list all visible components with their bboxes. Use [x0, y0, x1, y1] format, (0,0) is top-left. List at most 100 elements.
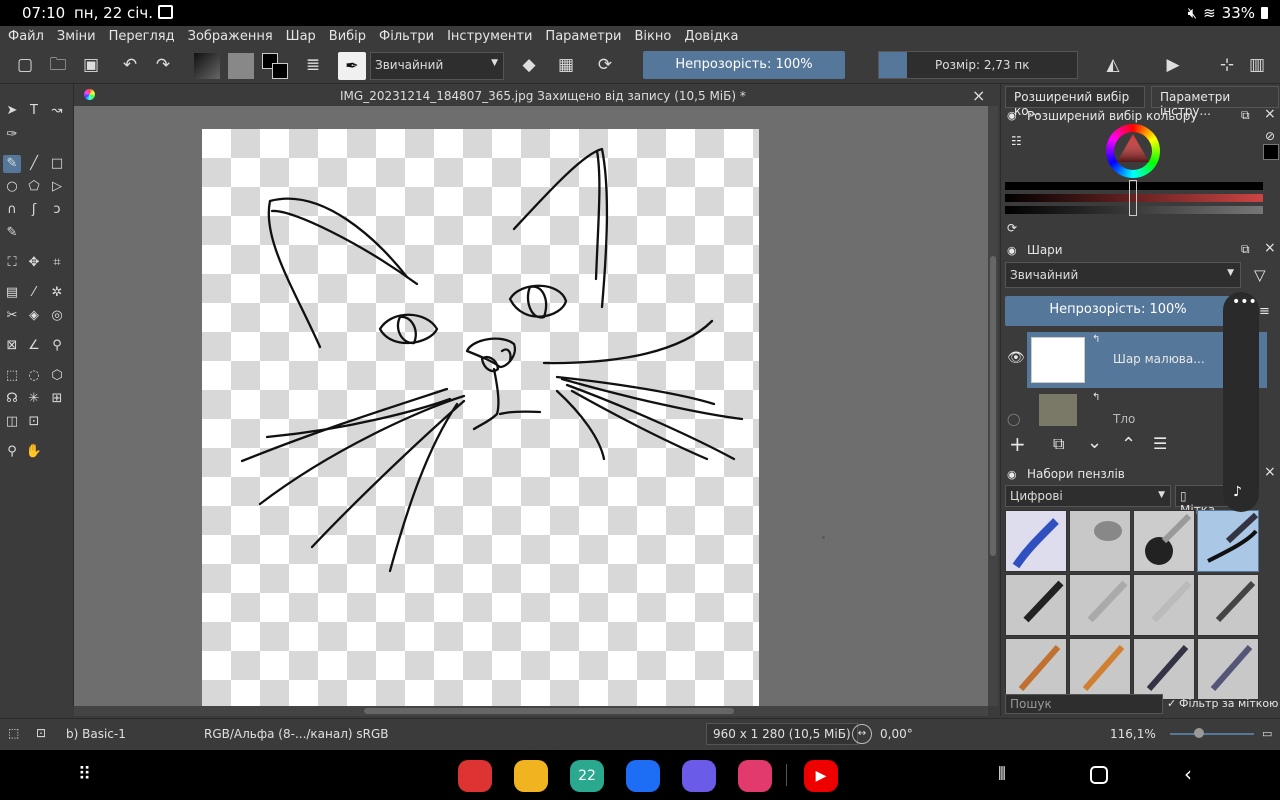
freehand-brush-icon[interactable]: ✎ [3, 155, 21, 173]
layer-properties-icon[interactable]: ☰ [1153, 434, 1167, 453]
select-shapes-icon[interactable]: ➤ [3, 102, 21, 120]
close-panel-icon[interactable]: × [1264, 106, 1276, 122]
brush-preset-tile[interactable] [1005, 510, 1067, 572]
color-picker-icon[interactable]: ⁄ [25, 284, 43, 302]
refresh-color-icon[interactable]: ⟳ [1007, 221, 1017, 235]
eraser-icon[interactable]: ◆ [518, 54, 540, 76]
layers-close-icon[interactable]: × [1264, 240, 1276, 256]
menu-edit[interactable]: Зміни [57, 29, 96, 44]
canvas-only-icon[interactable]: ▭ [1262, 727, 1272, 740]
brush-preset-tile-selected[interactable] [1197, 510, 1259, 572]
tab-advanced-color[interactable]: Розширений вибір ко... [1005, 86, 1145, 118]
polygon-tool-icon[interactable]: ⬠ [25, 178, 43, 196]
menu-help[interactable]: Довідка [684, 29, 738, 44]
opacity-slider[interactable]: Непрозорість: 100% [643, 51, 845, 79]
wrap-around-icon[interactable]: ⊹ [1216, 54, 1238, 76]
fill-tool-icon[interactable]: ◈ [25, 307, 43, 325]
brush-preset-tile[interactable] [1069, 574, 1131, 636]
selection-mode-icon[interactable]: ⬚ [8, 726, 19, 740]
reload-preset-icon[interactable]: ⟳ [594, 54, 616, 76]
canvas-page[interactable] [202, 129, 759, 709]
redo-icon[interactable]: ↷ [152, 54, 174, 76]
size-slider[interactable]: Розмір: 2,73 пк [878, 51, 1078, 79]
menu-window[interactable]: Вікно [634, 29, 671, 44]
no-color-icon[interactable]: ⊘ [1265, 129, 1275, 143]
tab-tool-options[interactable]: Параметри інстру... [1151, 86, 1279, 118]
zoom-slider[interactable] [1170, 733, 1254, 735]
layer-visibility-icon[interactable]: 👁︎ [1007, 350, 1025, 366]
panel-lock-icon[interactable]: ◉ [1007, 109, 1017, 122]
background-color-swatch[interactable] [272, 63, 288, 79]
layers-lock-icon[interactable]: ◉ [1007, 244, 1017, 257]
alpha-lock-icon[interactable]: ▦ [555, 54, 577, 76]
layer-opacity-slider[interactable]: Непрозорість: 100% [1005, 296, 1231, 326]
youtube-app-icon[interactable]: ▶ [804, 760, 838, 792]
zoom-slider-handle[interactable] [1194, 728, 1204, 738]
horizontal-scroll-thumb[interactable] [364, 708, 734, 714]
new-document-icon[interactable]: ▢ [14, 54, 36, 76]
menu-filters[interactable]: Фільтри [379, 29, 434, 44]
menu-tools[interactable]: Інструменти [447, 29, 532, 44]
preset-tag-select[interactable]: Цифрові ▼ [1005, 485, 1171, 507]
enclose-fill-icon[interactable]: ◎ [48, 307, 66, 325]
files-app-icon[interactable] [514, 760, 548, 792]
camera-app-icon[interactable] [738, 760, 772, 792]
float-panel-icon[interactable]: ⧉ [1241, 108, 1250, 123]
filter-by-tag-checkbox[interactable]: ✓ [1167, 697, 1176, 710]
brush-preset-tile[interactable] [1069, 510, 1131, 572]
presets-close-icon[interactable]: × [1264, 464, 1276, 480]
brush-preset-tile[interactable] [1133, 510, 1195, 572]
menu-settings[interactable]: Параметри [545, 29, 621, 44]
preset-search-input[interactable]: Пошук [1005, 694, 1163, 714]
close-document-icon[interactable]: × [972, 86, 985, 105]
brush-preset-tile[interactable] [1197, 638, 1259, 700]
move-layer-up-icon[interactable]: ⌃ [1121, 434, 1136, 455]
recent-apps-icon[interactable]: ⦀ [998, 764, 1006, 785]
edit-shapes-icon[interactable]: ↝ [48, 102, 66, 120]
layers-float-icon[interactable]: ⧉ [1241, 242, 1250, 257]
document-tab[interactable]: IMG_20231214_184807_365.jpg Захищено від… [74, 86, 998, 106]
multibrush-icon[interactable]: ✎ [3, 224, 21, 242]
measure-tool-icon[interactable]: ∠ [25, 337, 43, 355]
dynamic-brush-icon[interactable]: ɔ [48, 201, 66, 219]
rotation-icon[interactable]: ↔ [852, 724, 872, 744]
more-options-icon[interactable]: ••• [1232, 294, 1257, 310]
magnetic-select-icon[interactable]: ⊡ [25, 413, 43, 431]
workspace-icon[interactable]: ▥ [1246, 54, 1268, 76]
assistant-tool-icon[interactable]: ✂ [3, 307, 21, 325]
layer-visibility-icon[interactable]: ◯ [1007, 412, 1020, 426]
brush-preset-icon[interactable]: ✒ [338, 52, 366, 80]
blend-mode-select[interactable]: Звичайний ▼ [370, 52, 504, 80]
similar-select-icon[interactable]: ⊞ [48, 390, 66, 408]
menu-view[interactable]: Перегляд [109, 29, 175, 44]
selection-display-icon[interactable]: ⊡ [36, 726, 46, 740]
add-layer-icon[interactable]: + [1009, 432, 1026, 456]
brush-preset-tile[interactable] [1005, 638, 1067, 700]
layer-blend-mode-select[interactable]: Звичайний ▼ [1005, 262, 1241, 288]
tag-button[interactable]: ▯ Мітка [1175, 485, 1229, 517]
messages-app-icon[interactable] [626, 760, 660, 792]
menu-image[interactable]: Зображення [188, 29, 273, 44]
freehand-select-icon[interactable]: ☊ [3, 390, 21, 408]
layers-menu-icon[interactable]: ≡ [1259, 304, 1270, 319]
crop-tool-icon[interactable]: ⌗ [48, 254, 66, 272]
calligraphy-icon[interactable]: ✑ [3, 126, 21, 144]
presets-lock-icon[interactable]: ◉ [1007, 468, 1017, 481]
menu-file[interactable]: Файл [8, 29, 44, 44]
brush-preset-tile[interactable] [1069, 638, 1131, 700]
save-icon[interactable]: ▣ [80, 54, 102, 76]
internet-app-icon[interactable] [682, 760, 716, 792]
notes-app-icon[interactable] [458, 760, 492, 792]
menu-select[interactable]: Вибір [329, 29, 366, 44]
canvas-area[interactable] [74, 106, 988, 709]
gradient-tool-icon[interactable]: ▤ [3, 284, 21, 302]
brush-preset-tile[interactable] [1133, 638, 1195, 700]
brush-preset-tile[interactable] [1133, 574, 1195, 636]
transform-tool-icon[interactable]: ⛶ [3, 254, 21, 272]
line-tool-icon[interactable]: ╱ [25, 155, 43, 173]
color-bar-handle[interactable] [1129, 180, 1137, 216]
brush-settings-icon[interactable]: ≣ [302, 54, 324, 76]
floating-popup-bar[interactable]: ••• ♪ [1223, 292, 1259, 512]
color-settings-icon[interactable]: ☷ [1011, 134, 1022, 148]
pan-tool-icon[interactable]: ✋ [25, 443, 43, 461]
